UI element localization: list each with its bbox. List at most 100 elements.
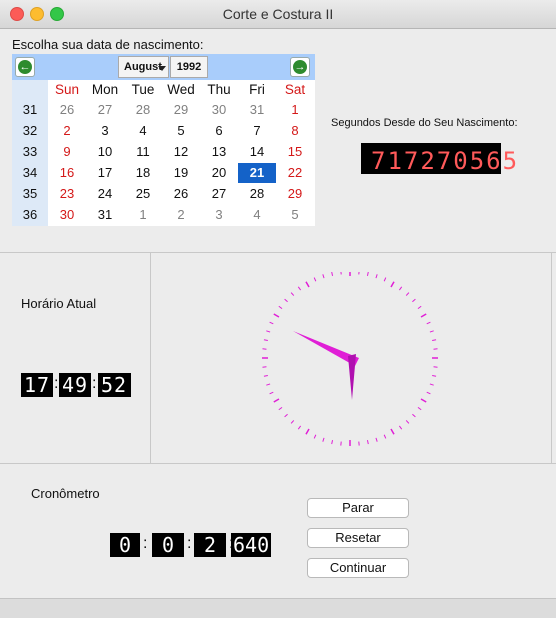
month-value: August [124,61,162,73]
weekday-header: Mon [86,80,124,100]
calendar-day[interactable]: 29 [162,100,200,120]
calendar-day[interactable]: 19 [162,163,200,183]
seconds-value: 717270565 [371,147,519,175]
weekday-header: Tue [124,80,162,100]
calendar-day[interactable]: 2 [162,205,200,225]
calendar-day[interactable]: 30 [200,100,238,120]
calendar-day[interactable]: 3 [200,205,238,225]
calendar-day[interactable]: 16 [48,163,86,183]
clock-tick [270,322,274,324]
calendar-day[interactable]: 4 [124,121,162,141]
colon: : [143,535,147,553]
weekday-header: Sat [276,80,314,100]
clock-tick [274,314,279,317]
arrow-left-icon: ← [18,60,32,74]
stopwatch-minutes: 0 [162,533,175,557]
calendar-day[interactable]: 18 [124,163,162,183]
clock-tick [264,340,268,341]
calendar-day[interactable]: 13 [200,142,238,162]
calendar-day[interactable]: 20 [200,163,238,183]
stopwatch-milliseconds: 640 [233,533,269,557]
calendar-day[interactable]: 26 [48,100,86,120]
calendar-day[interactable]: 5 [276,205,314,225]
calendar-day[interactable]: 15 [276,142,314,162]
reset-button[interactable]: Resetar [307,528,409,548]
calendar-day[interactable]: 5 [162,121,200,141]
stopwatch-label: Cronômetro [31,486,100,501]
calendar-day[interactable]: 22 [276,163,314,183]
clock-tick [421,399,426,402]
calendar-day[interactable]: 1 [124,205,162,225]
year-field[interactable]: 1992 [170,56,208,78]
clock-seconds: 52 [101,373,127,397]
seconds-since-birth-label: Segundos Desde do Seu Nascimento: [331,117,518,129]
calendar-day[interactable]: 31 [238,100,276,120]
clock-tick [418,306,421,308]
clock-tick [367,440,368,444]
window-bottom-bar [0,598,556,618]
clock-tick [412,414,415,417]
stopwatch-seconds: 2 [204,533,217,557]
weekday-header: Wed [162,80,200,100]
calendar-day[interactable]: 26 [162,184,200,204]
week-number: 35 [12,184,48,204]
week-number: 36 [12,205,48,225]
calendar-day[interactable]: 21 [238,163,276,183]
calendar-day[interactable]: 25 [124,184,162,204]
clock-tick [418,407,421,409]
calendar-day[interactable]: 6 [200,121,238,141]
clock-tick [285,299,288,302]
stopwatch-hours: 0 [119,533,132,557]
current-time-label: Horário Atual [21,296,96,311]
calendar-day[interactable]: 10 [86,142,124,162]
clock-tick [406,293,409,296]
clock-tick [323,438,324,442]
calendar-day[interactable]: 3 [86,121,124,141]
clock-tick [332,440,333,444]
calendar-day[interactable]: 24 [86,184,124,204]
calendar-day[interactable]: 8 [276,121,314,141]
week-number: 34 [12,163,48,183]
calendar-day[interactable]: 30 [48,205,86,225]
clock-tick [266,331,270,332]
birth-calendar: ← August 1992 → SunMonTueWedThuFriSat312… [12,54,315,226]
clock-tick [285,414,288,417]
clock-tick [279,407,282,409]
clock-tick [291,293,294,296]
clock-tick [384,435,386,439]
calendar-day[interactable]: 29 [276,184,314,204]
window-title: Corte e Costura II [0,6,556,22]
colon: : [187,535,191,553]
calendar-day[interactable]: 31 [86,205,124,225]
divider [0,463,556,464]
chevron-down-icon [158,66,166,71]
calendar-day[interactable]: 17 [86,163,124,183]
calendar-day[interactable]: 27 [86,100,124,120]
analog-clock [255,272,445,462]
calendar-day[interactable]: 11 [124,142,162,162]
clock-tick [406,420,409,423]
continue-button[interactable]: Continuar [307,558,409,578]
clock-tick [430,384,434,385]
next-month-button[interactable]: → [290,57,310,77]
clock-tick [279,306,282,308]
clock-tick [399,426,401,429]
clock-tick [306,282,309,287]
calendar-day[interactable]: 28 [238,184,276,204]
calendar-day[interactable]: 27 [200,184,238,204]
previous-month-button[interactable]: ← [15,57,35,77]
calendar-day[interactable]: 12 [162,142,200,162]
calendar-day[interactable]: 2 [48,121,86,141]
calendar-day[interactable]: 28 [124,100,162,120]
clock-tick [427,392,431,394]
calendar-day[interactable]: 1 [276,100,314,120]
clock-tick [298,287,300,290]
calendar-day[interactable]: 23 [48,184,86,204]
month-select[interactable]: August [118,56,169,78]
calendar-day[interactable]: 7 [238,121,276,141]
calendar-day[interactable]: 14 [238,142,276,162]
clock-tick [274,399,279,402]
calendar-day[interactable]: 4 [238,205,276,225]
calendar-day[interactable]: 9 [48,142,86,162]
stop-button[interactable]: Parar [307,498,409,518]
